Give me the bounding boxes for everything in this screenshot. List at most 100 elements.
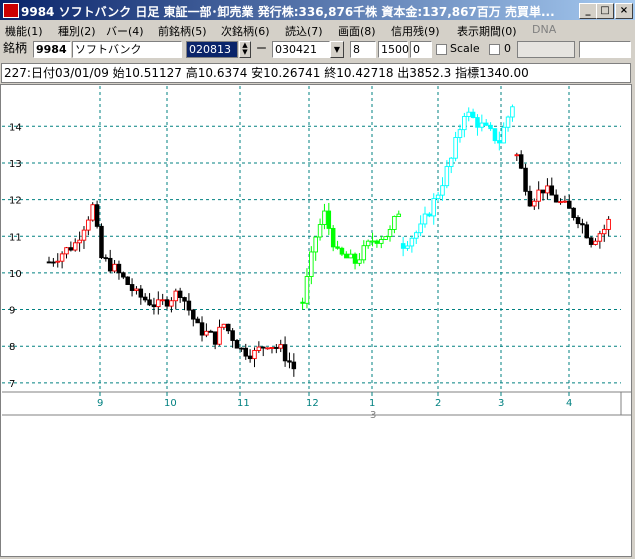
date-range-dash: ー <box>256 42 267 55</box>
candle-body <box>208 330 214 333</box>
start-date-spinner[interactable]: ▲ ▼ <box>239 41 251 58</box>
candle-body <box>326 210 332 229</box>
candle-body <box>540 189 546 194</box>
candle-body <box>94 204 100 227</box>
menu-prev-stock[interactable]: 前銘柄(5) <box>158 23 207 39</box>
candle-body <box>134 288 139 291</box>
maximize-button[interactable]: □ <box>596 3 614 19</box>
stock-name-field[interactable]: ソフトバンク <box>72 41 182 58</box>
candle-body <box>90 204 95 221</box>
candle-body <box>409 237 415 247</box>
candle-body <box>418 223 423 234</box>
candle-body <box>580 223 585 226</box>
candle-body <box>514 154 520 157</box>
candle-body <box>72 242 78 251</box>
candle-body <box>217 326 222 345</box>
x-tick-label: 1 <box>369 398 375 409</box>
candle-body <box>291 361 297 370</box>
candle-body <box>204 330 209 336</box>
menu-load[interactable]: 読込(7) <box>285 23 323 39</box>
candle-body <box>344 253 349 259</box>
candle-body <box>357 259 362 264</box>
bars-field[interactable]: 8 <box>350 41 376 58</box>
candle-body <box>400 243 406 249</box>
x-tick-label: 11 <box>237 398 250 409</box>
candle-body <box>396 213 402 217</box>
candle-body <box>431 198 436 217</box>
chart-area[interactable]: 7 8 9 10 11 12 13 14 9 10 11 12 1 2 3 4 3 <box>0 84 632 557</box>
candle-body <box>422 213 428 225</box>
horizontal-scrollbar[interactable] <box>517 41 575 58</box>
y-tick-label: 14 <box>9 122 22 133</box>
candle-body <box>186 300 192 311</box>
window-title: 9984 ソフトバンク 日足 東証一部･卸売業 発行株:336,876千株 資本… <box>21 5 555 19</box>
candle-body <box>545 185 550 194</box>
candle-body <box>317 224 323 238</box>
x-tick-label: 2 <box>435 398 441 409</box>
y-tick-label: 9 <box>9 306 15 317</box>
candle-body <box>247 355 253 360</box>
candle-body <box>86 219 91 231</box>
candle-body <box>475 117 480 128</box>
stock-label: 銘柄 <box>3 41 28 55</box>
candle-body <box>335 246 340 249</box>
title-bar: 9984 ソフトバンク 日足 東証一部･卸売業 発行株:336,876千株 資本… <box>0 0 635 20</box>
chevron-down-icon[interactable]: ▼ <box>330 41 344 58</box>
candle-body <box>221 323 227 328</box>
candle-body <box>64 247 69 255</box>
scale-value-checkbox[interactable] <box>489 44 500 55</box>
menu-next-stock[interactable]: 次銘柄(6) <box>221 23 270 39</box>
candle-body <box>370 240 375 243</box>
menu-bar: 機能(1) 種別(2) バー(4) 前銘柄(5) 次銘柄(6) 読込(7) 画面… <box>0 20 635 39</box>
extra-field[interactable] <box>579 41 631 58</box>
x-tick-label: 12 <box>306 398 319 409</box>
candle-body <box>313 236 318 253</box>
scale-value: 0 <box>504 42 511 55</box>
candle-body <box>129 284 135 291</box>
candle-body <box>440 185 445 196</box>
width-field[interactable]: 1500 <box>378 41 409 58</box>
candle-body <box>588 237 594 245</box>
candle-body <box>282 344 288 362</box>
scale-checkbox[interactable] <box>436 44 447 55</box>
candle-body <box>169 300 174 307</box>
menu-period[interactable]: 表示期間(0) <box>457 23 517 39</box>
candle-body <box>260 346 266 349</box>
candle-body <box>116 263 122 274</box>
y-tick-label: 12 <box>9 196 22 207</box>
candle-body <box>466 111 471 117</box>
menu-type[interactable]: 種別(2) <box>58 23 96 39</box>
candle-body <box>287 360 292 363</box>
candle-body <box>239 347 244 350</box>
candle-body <box>309 251 314 277</box>
end-date-select[interactable]: 030421 <box>272 41 330 58</box>
candle-body <box>575 217 581 225</box>
start-date-field[interactable]: 020813 <box>186 41 238 58</box>
candle-body <box>444 166 450 187</box>
menu-margin[interactable]: 信用残(9) <box>391 23 440 39</box>
minimize-button[interactable]: _ <box>579 3 597 19</box>
candle-body <box>505 116 511 128</box>
candle-body <box>527 190 533 207</box>
candle-body <box>182 297 187 302</box>
candle-body <box>121 272 126 278</box>
x-sub-label: 3 <box>370 410 376 421</box>
stock-code-field[interactable]: 9984 <box>33 41 71 58</box>
menu-bar-type[interactable]: バー(4) <box>106 23 144 39</box>
candle-body <box>199 322 205 336</box>
candle-body <box>553 194 559 203</box>
offset-field[interactable]: 0 <box>410 41 432 58</box>
candle-body <box>597 233 603 242</box>
candle-body <box>365 240 371 247</box>
menu-screen[interactable]: 画面(8) <box>338 23 376 39</box>
y-tick-label: 8 <box>9 342 15 353</box>
candle-body <box>567 200 572 209</box>
candle-body <box>226 323 231 332</box>
menu-dna: DNA <box>532 23 557 36</box>
candle-body <box>156 299 161 308</box>
menu-function[interactable]: 機能(1) <box>5 23 43 39</box>
candle-body <box>571 207 576 218</box>
close-button[interactable]: × <box>615 3 633 19</box>
x-tick-label: 9 <box>97 398 103 409</box>
candle-body <box>147 299 152 306</box>
